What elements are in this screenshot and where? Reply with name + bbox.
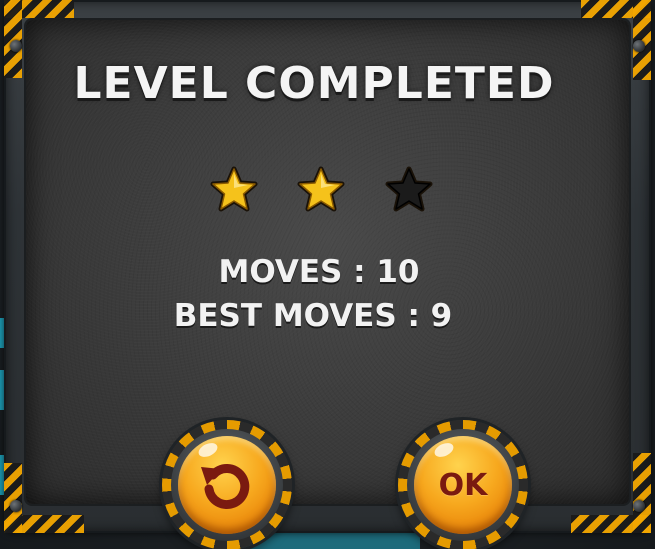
star-rating — [0, 166, 655, 216]
star-filled-icon — [297, 166, 345, 214]
bolt — [633, 40, 645, 52]
moves-count: MOVES : 10 — [218, 254, 420, 290]
hazard-stripe — [633, 453, 651, 533]
ok-button-label: OK — [438, 467, 488, 503]
replay-button[interactable] — [162, 420, 292, 549]
best-moves-count: BEST MOVES : 9 — [173, 298, 453, 334]
dialog-title: LEVEL COMPLETED — [73, 58, 555, 109]
bolt — [10, 500, 22, 512]
ok-button[interactable]: OK — [398, 420, 528, 549]
hazard-stripe — [4, 463, 22, 533]
star-filled-icon — [210, 166, 258, 214]
bolt — [10, 40, 22, 52]
level-complete-screen: LEVEL COMPLETED MOVES : 10 BEST MOVES : … — [0, 0, 655, 549]
replay-icon — [178, 436, 276, 534]
bolt — [633, 500, 645, 512]
star-empty-icon — [385, 166, 433, 214]
